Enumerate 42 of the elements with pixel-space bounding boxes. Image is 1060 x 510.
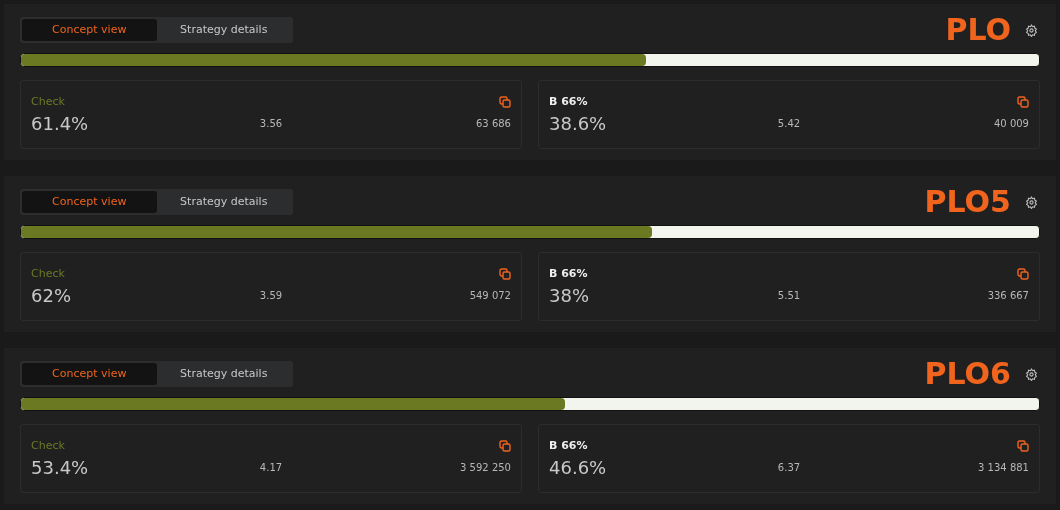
action-label: B 66% [549,93,588,110]
action-label: Check [31,437,65,454]
copy-icon[interactable] [1017,440,1029,452]
combo-count: 336 667 [986,289,1029,303]
tab[interactable]: Concept view [22,19,157,41]
settings-icon[interactable] [1025,23,1038,37]
settings-icon[interactable] [1025,195,1038,209]
action-label: Check [31,265,65,282]
panel-title: PLO5 [924,187,1011,217]
ev-value: 5.42 [777,117,801,131]
tab[interactable]: Strategy details [156,191,291,213]
copy-icon[interactable] [499,96,511,108]
action-label: B 66% [549,437,588,454]
percent-value: 61.4% [31,112,90,136]
copy-icon[interactable] [499,268,511,280]
combo-count: 3 592 250 [459,461,511,475]
tab[interactable]: Concept view [22,363,157,385]
combo-count: 3 134 881 [977,461,1029,475]
panel-title: PLO6 [924,359,1011,389]
percent-value: 53.4% [31,456,90,480]
percent-value: 38.6% [549,112,608,136]
percent-value: 38% [549,284,590,308]
percent-value: 46.6% [549,456,608,480]
percent-value: 62% [31,284,72,308]
action-label: Check [31,93,65,110]
ev-value: 5.51 [777,289,801,303]
combo-count: 63 686 [475,117,511,131]
combo-count: 40 009 [993,117,1029,131]
copy-icon[interactable] [1017,268,1029,280]
tab[interactable]: Strategy details [156,19,291,41]
ev-value: 3.56 [259,117,283,131]
tab[interactable]: Strategy details [156,363,291,385]
combo-count: 549 072 [468,289,511,303]
action-label: B 66% [549,265,588,282]
ev-value: 3.59 [259,289,283,303]
tab[interactable]: Concept view [22,191,157,213]
panel-title: PLO [945,15,1011,45]
ev-value: 4.17 [259,461,283,475]
copy-icon[interactable] [1017,96,1029,108]
copy-icon[interactable] [499,440,511,452]
settings-icon[interactable] [1025,367,1038,381]
ev-value: 6.37 [777,461,801,475]
